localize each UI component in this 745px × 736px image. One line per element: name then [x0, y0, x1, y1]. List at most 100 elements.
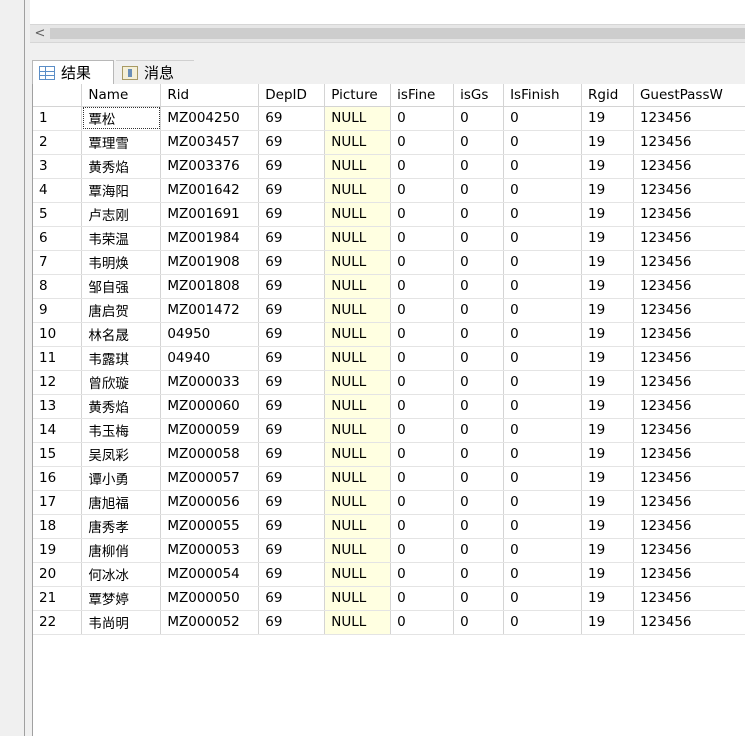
table-row[interactable]: 15 吴凤彩 MZ000058 69 NULL 0 0 0 19 123456	[33, 442, 745, 467]
cell-rid[interactable]: MZ004250	[160, 106, 260, 131]
cell-isfine[interactable]: 0	[390, 490, 455, 515]
cell-depid[interactable]: 69	[258, 418, 326, 443]
cell-depid[interactable]: 69	[258, 346, 326, 371]
cell-isgs[interactable]: 0	[453, 202, 505, 227]
cell-isgs[interactable]: 0	[453, 322, 505, 347]
cell-isfinish[interactable]: 0	[503, 298, 583, 323]
cell-picture[interactable]: NULL	[324, 178, 392, 203]
cell-picture[interactable]: NULL	[324, 250, 392, 275]
cell-name[interactable]: 何冰冰	[81, 562, 162, 587]
cell-picture[interactable]: NULL	[324, 442, 392, 467]
cell-isgs[interactable]: 0	[453, 538, 505, 563]
cell-picture[interactable]: NULL	[324, 154, 392, 179]
cell-isfine[interactable]: 0	[390, 394, 455, 419]
cell-row-number[interactable]: 14	[33, 418, 83, 443]
cell-name[interactable]: 韦玉梅	[81, 418, 162, 443]
cell-picture[interactable]: NULL	[324, 418, 392, 443]
table-row[interactable]: 6 韦荣温 MZ001984 69 NULL 0 0 0 19 123456	[33, 226, 745, 251]
cell-rid[interactable]: MZ000057	[160, 466, 260, 491]
cell-row-number[interactable]: 5	[33, 202, 83, 227]
cell-row-number[interactable]: 15	[33, 442, 83, 467]
cell-picture[interactable]: NULL	[324, 562, 392, 587]
cell-guestpassw[interactable]: 123456	[633, 346, 745, 371]
cell-guestpassw[interactable]: 123456	[633, 610, 745, 635]
cell-row-number[interactable]: 3	[33, 154, 83, 179]
cell-picture[interactable]: NULL	[324, 370, 392, 395]
cell-isfinish[interactable]: 0	[503, 442, 583, 467]
cell-isgs[interactable]: 0	[453, 586, 505, 611]
table-row[interactable]: 14 韦玉梅 MZ000059 69 NULL 0 0 0 19 123456	[33, 418, 745, 443]
cell-isfinish[interactable]: 0	[503, 178, 583, 203]
cell-isfinish[interactable]: 0	[503, 466, 583, 491]
cell-isfine[interactable]: 0	[390, 178, 455, 203]
cell-name[interactable]: 覃梦婷	[81, 586, 162, 611]
cell-isgs[interactable]: 0	[453, 274, 505, 299]
cell-rid[interactable]: MZ001642	[160, 178, 260, 203]
cell-name[interactable]: 覃松	[81, 106, 162, 131]
cell-row-number[interactable]: 13	[33, 394, 83, 419]
cell-depid[interactable]: 69	[258, 466, 326, 491]
cell-isgs[interactable]: 0	[453, 466, 505, 491]
cell-guestpassw[interactable]: 123456	[633, 514, 745, 539]
cell-isfinish[interactable]: 0	[503, 418, 583, 443]
cell-name[interactable]: 覃理雪	[81, 130, 162, 155]
cell-picture[interactable]: NULL	[324, 394, 392, 419]
cell-row-number[interactable]: 18	[33, 514, 83, 539]
column-header-row-number[interactable]	[33, 84, 83, 107]
cell-isfine[interactable]: 0	[390, 250, 455, 275]
tab-results[interactable]: 结果	[32, 60, 114, 84]
cell-isfinish[interactable]: 0	[503, 490, 583, 515]
cell-row-number[interactable]: 11	[33, 346, 83, 371]
cell-rid[interactable]: MZ000054	[160, 562, 260, 587]
table-row[interactable]: 20 何冰冰 MZ000054 69 NULL 0 0 0 19 123456	[33, 562, 745, 587]
cell-guestpassw[interactable]: 123456	[633, 226, 745, 251]
cell-row-number[interactable]: 12	[33, 370, 83, 395]
cell-guestpassw[interactable]: 123456	[633, 106, 745, 131]
cell-isfinish[interactable]: 0	[503, 154, 583, 179]
cell-rid[interactable]: 04950	[160, 322, 260, 347]
cell-name[interactable]: 林名晟	[81, 322, 162, 347]
cell-isfine[interactable]: 0	[390, 514, 455, 539]
cell-guestpassw[interactable]: 123456	[633, 562, 745, 587]
table-row[interactable]: 8 邹自强 MZ001808 69 NULL 0 0 0 19 123456	[33, 274, 745, 299]
cell-picture[interactable]: NULL	[324, 130, 392, 155]
cell-name[interactable]: 韦荣温	[81, 226, 162, 251]
cell-rgid[interactable]: 19	[581, 586, 634, 611]
cell-rid[interactable]: MZ000050	[160, 586, 260, 611]
cell-isfinish[interactable]: 0	[503, 562, 583, 587]
cell-row-number[interactable]: 19	[33, 538, 83, 563]
cell-rid[interactable]: MZ000055	[160, 514, 260, 539]
cell-isgs[interactable]: 0	[453, 370, 505, 395]
cell-rid[interactable]: MZ000033	[160, 370, 260, 395]
cell-isfinish[interactable]: 0	[503, 394, 583, 419]
cell-rid[interactable]: MZ000059	[160, 418, 260, 443]
cell-picture[interactable]: NULL	[324, 514, 392, 539]
cell-isgs[interactable]: 0	[453, 250, 505, 275]
cell-guestpassw[interactable]: 123456	[633, 394, 745, 419]
cell-isgs[interactable]: 0	[453, 178, 505, 203]
cell-depid[interactable]: 69	[258, 370, 326, 395]
cell-rgid[interactable]: 19	[581, 202, 634, 227]
cell-guestpassw[interactable]: 123456	[633, 538, 745, 563]
cell-picture[interactable]: NULL	[324, 610, 392, 635]
cell-rid[interactable]: MZ000052	[160, 610, 260, 635]
cell-depid[interactable]: 69	[258, 154, 326, 179]
cell-isfine[interactable]: 0	[390, 202, 455, 227]
cell-row-number[interactable]: 20	[33, 562, 83, 587]
table-row[interactable]: 12 曾欣璇 MZ000033 69 NULL 0 0 0 19 123456	[33, 370, 745, 395]
cell-rid[interactable]: MZ000060	[160, 394, 260, 419]
cell-isfine[interactable]: 0	[390, 106, 455, 131]
column-header-isgs[interactable]: isGs	[453, 84, 505, 107]
cell-rid[interactable]: MZ000053	[160, 538, 260, 563]
cell-name[interactable]: 邹自强	[81, 274, 162, 299]
cell-rgid[interactable]: 19	[581, 490, 634, 515]
cell-row-number[interactable]: 6	[33, 226, 83, 251]
cell-row-number[interactable]: 17	[33, 490, 83, 515]
cell-depid[interactable]: 69	[258, 106, 326, 131]
cell-row-number[interactable]: 2	[33, 130, 83, 155]
table-row[interactable]: 2 覃理雪 MZ003457 69 NULL 0 0 0 19 123456	[33, 130, 745, 155]
cell-isfinish[interactable]: 0	[503, 538, 583, 563]
table-row[interactable]: 7 韦明焕 MZ001908 69 NULL 0 0 0 19 123456	[33, 250, 745, 275]
cell-name[interactable]: 韦露琪	[81, 346, 162, 371]
cell-isfinish[interactable]: 0	[503, 250, 583, 275]
